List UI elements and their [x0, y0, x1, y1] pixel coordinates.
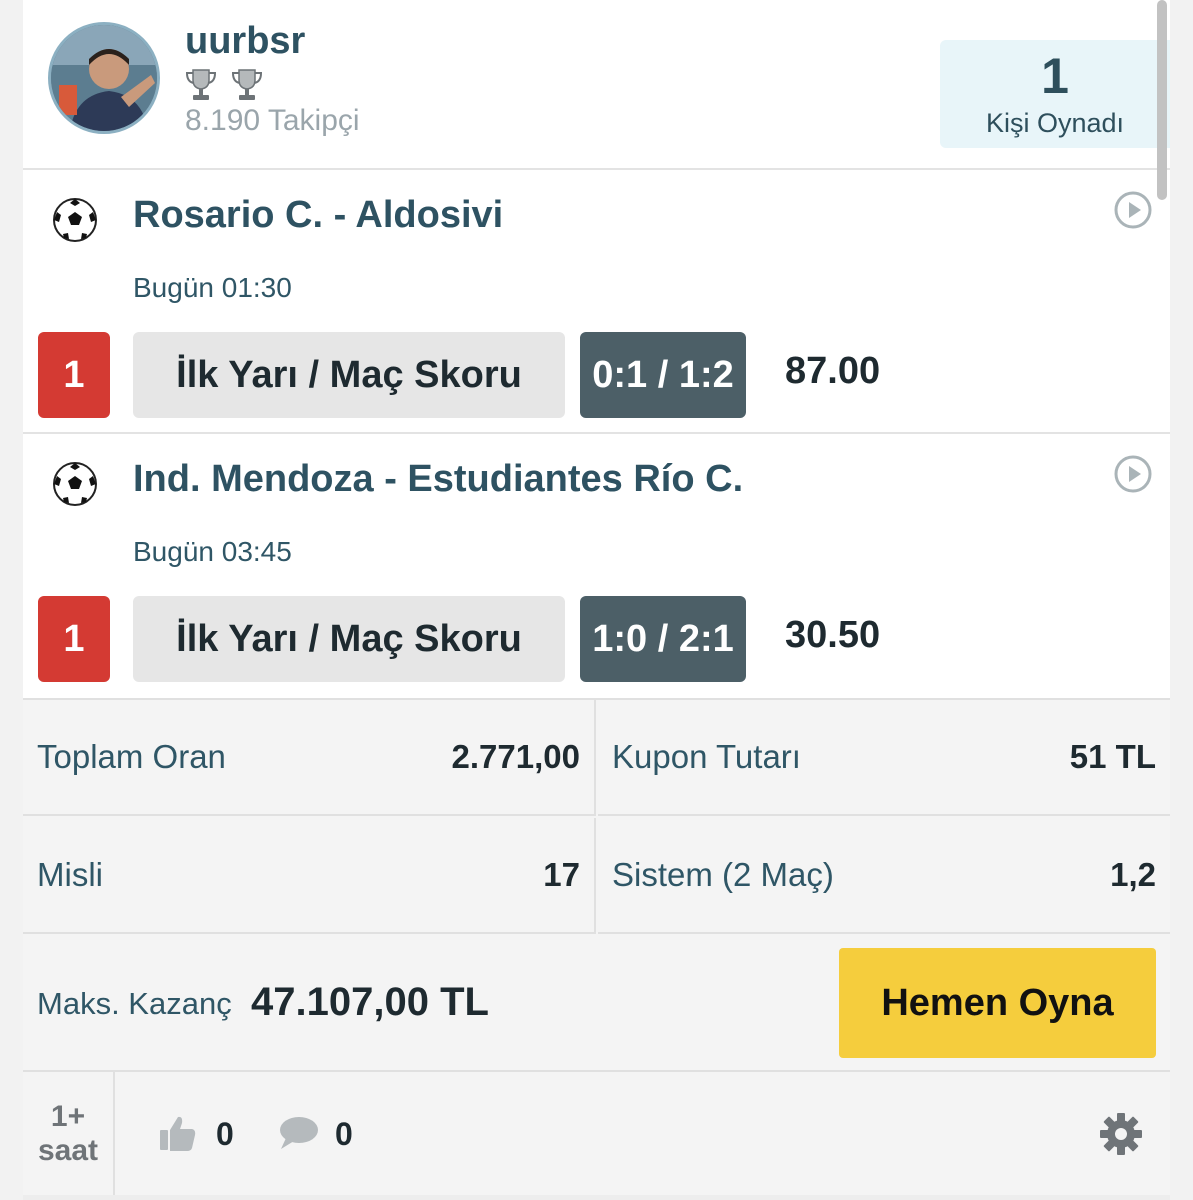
pick-badge: 1: [38, 332, 110, 418]
coupon-amount-cell: Kupon Tutarı 51 TL: [598, 700, 1170, 816]
odds-value: 87.00: [785, 350, 881, 392]
time-ago-unit: saat: [37, 1133, 99, 1167]
trophy-icon: [231, 69, 263, 100]
match-title[interactable]: Ind. Mendoza - Estudiantes Río C.: [133, 458, 743, 501]
selection-badge: 1:0 / 2:1: [580, 596, 746, 682]
coupon-card: uurbsr 8.190 Takipçi 1 Kişi Oynadı Rosar…: [23, 0, 1170, 1195]
multiplier-value: 17: [543, 856, 580, 893]
odds-value: 30.50: [785, 614, 881, 656]
play-circle-icon[interactable]: [1113, 190, 1153, 230]
match-row: Ind. Mendoza - Estudiantes Río C. Bugün …: [23, 434, 1170, 698]
multiplier-cell: Misli 17: [23, 818, 596, 934]
total-odds-label: Toplam Oran: [37, 738, 226, 775]
pick-badge: 1: [38, 596, 110, 682]
trophy-icon: [185, 69, 217, 100]
play-circle-icon[interactable]: [1113, 454, 1153, 494]
like-count: 0: [216, 1116, 234, 1152]
comment-icon[interactable]: [276, 1114, 320, 1152]
thumbs-up-icon[interactable]: [157, 1112, 199, 1154]
trophy-row: [183, 66, 265, 102]
time-ago-value: 1+: [50, 1099, 86, 1133]
system-value: 1,2: [1110, 856, 1156, 893]
system-cell: Sistem (2 Maç) 1,2: [598, 818, 1170, 934]
coupon-summary: Toplam Oran 2.771,00 Kupon Tutarı 51 TL …: [23, 698, 1170, 1070]
match-time: Bugün 03:45: [133, 536, 292, 567]
system-label: Sistem (2 Maç): [612, 856, 834, 893]
market-label: İlk Yarı / Maç Skoru: [133, 596, 565, 682]
coupon-header: uurbsr 8.190 Takipçi 1 Kişi Oynadı: [23, 0, 1170, 170]
right-margin: [1170, 0, 1193, 1200]
match-time: Bugün 01:30: [133, 272, 292, 303]
match-title[interactable]: Rosario C. - Aldosivi: [133, 194, 503, 237]
follower-count: 8.190 Takipçi: [185, 104, 360, 137]
left-margin: [0, 0, 23, 1200]
total-odds-value: 2.771,00: [451, 738, 580, 775]
scrollbar-thumb[interactable]: [1157, 0, 1167, 200]
coupon-footer: 1+ saat 0 0: [23, 1070, 1170, 1195]
players-count-box: 1 Kişi Oynadı: [940, 40, 1170, 148]
soccer-ball-icon: [53, 462, 97, 506]
play-now-button[interactable]: Hemen Oyna: [839, 948, 1156, 1058]
total-odds-cell: Toplam Oran 2.771,00: [23, 700, 596, 816]
players-label: Kişi Oynadı: [985, 108, 1125, 138]
coupon-amount-value: 51 TL: [1069, 738, 1156, 775]
multiplier-label: Misli: [37, 856, 103, 893]
username[interactable]: uurbsr: [185, 20, 305, 63]
players-count: 1: [1041, 48, 1069, 104]
avatar[interactable]: [48, 22, 160, 134]
time-ago: 1+ saat: [23, 1072, 115, 1195]
selection-badge: 0:1 / 1:2: [580, 332, 746, 418]
market-label: İlk Yarı / Maç Skoru: [133, 332, 565, 418]
match-row: Rosario C. - Aldosivi Bugün 01:30 1 İlk …: [23, 170, 1170, 434]
soccer-ball-icon: [53, 198, 97, 242]
coupon-amount-label: Kupon Tutarı: [612, 738, 801, 775]
max-win-label: Maks. Kazanç: [37, 986, 232, 1021]
max-win-value: 47.107,00 TL: [251, 980, 489, 1024]
gear-icon[interactable]: [1099, 1112, 1143, 1156]
comment-count: 0: [335, 1116, 353, 1152]
